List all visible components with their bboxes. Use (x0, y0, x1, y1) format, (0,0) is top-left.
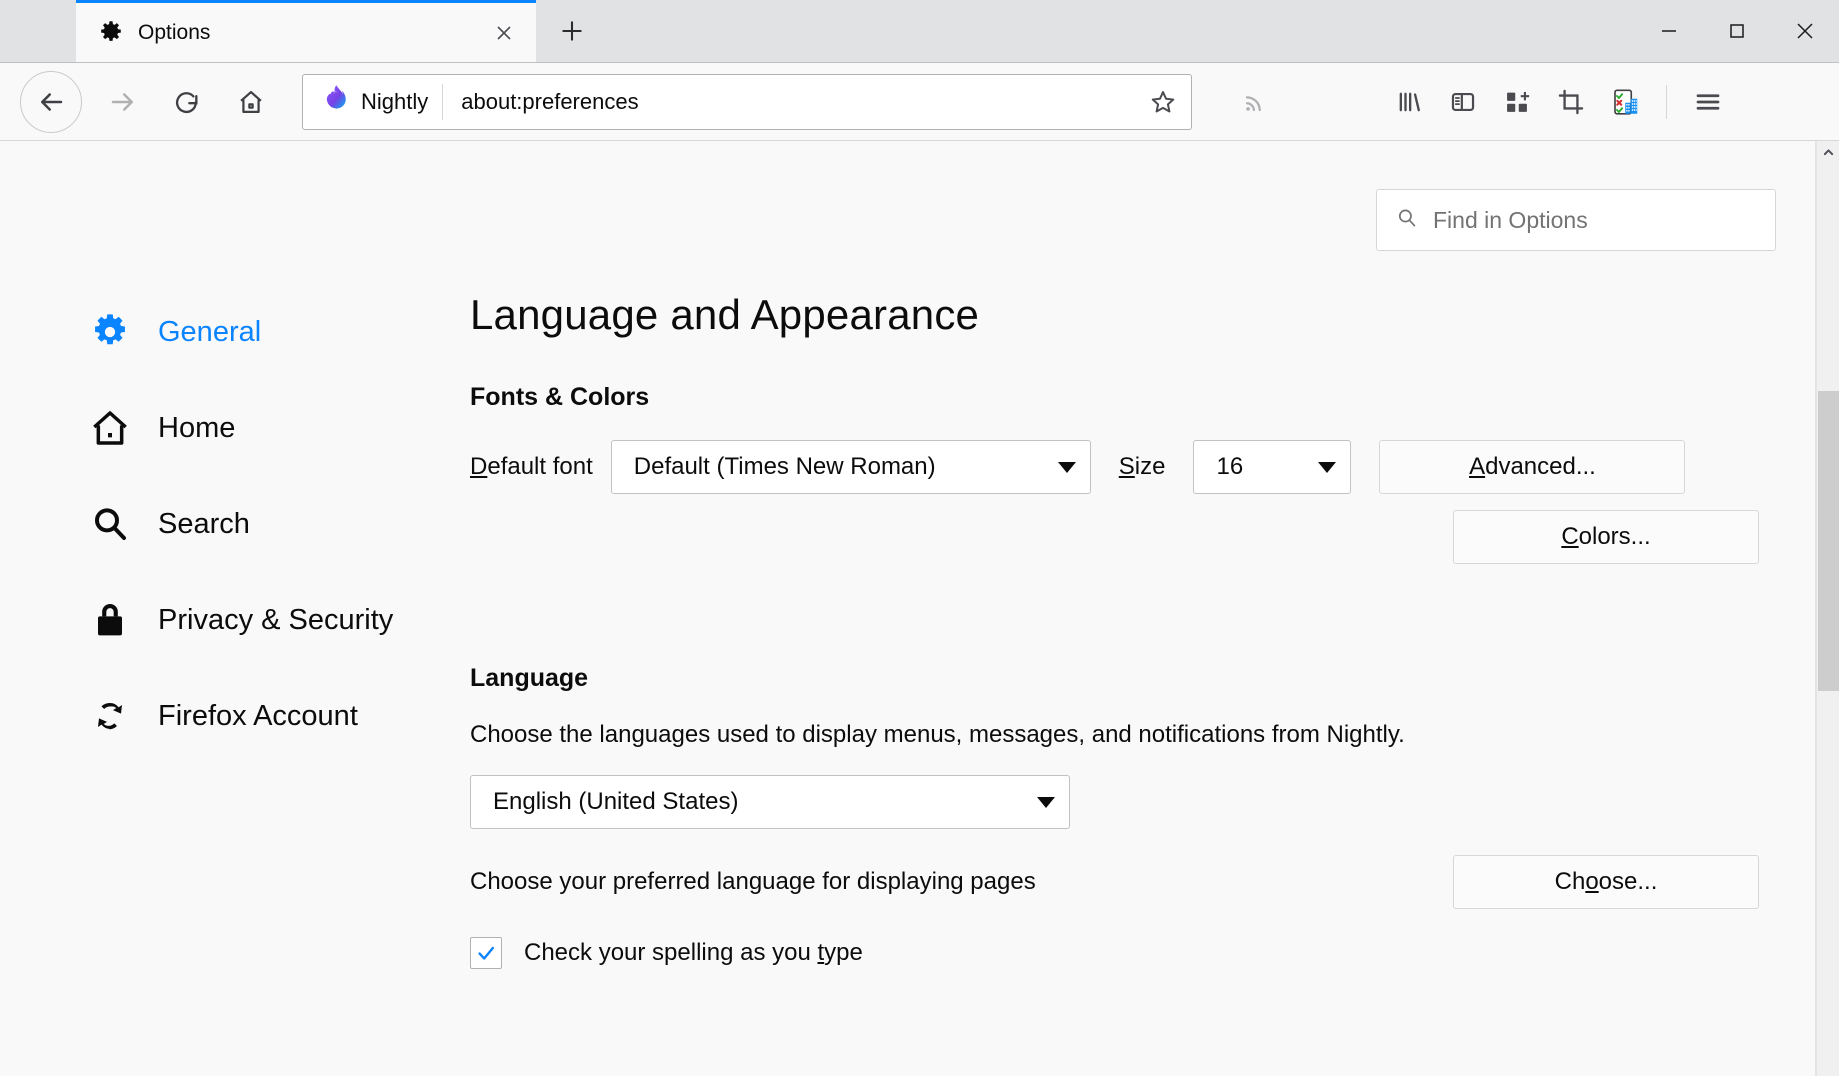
font-size-label-rest: ize (1135, 453, 1166, 480)
search-input[interactable] (1433, 207, 1757, 234)
accesskey-s: S (1119, 453, 1135, 480)
section-spacer (470, 580, 1759, 664)
chevron-down-icon (1058, 462, 1076, 473)
locale-select[interactable]: English (United States) (470, 775, 1070, 829)
preferred-language-row: Choose your preferred language for displ… (470, 855, 1759, 909)
sidebar-item-label: Firefox Account (158, 700, 358, 733)
accesskey-c: C (1561, 523, 1578, 551)
font-size-label: Size (1119, 453, 1166, 481)
choose-button-label-pre: Ch (1555, 868, 1586, 896)
navigation-toolbar: Nightly about:preferences (0, 63, 1839, 141)
preferred-language-label: Choose your preferred language for displ… (470, 868, 1036, 896)
sync-icon (88, 696, 132, 736)
url-bar[interactable]: Nightly about:preferences (302, 74, 1192, 130)
sidebar-item-label: Home (158, 412, 235, 445)
new-tab-button[interactable] (544, 3, 600, 59)
sidebar-item-label: Search (158, 508, 250, 541)
sidebar-item-general[interactable]: General (88, 306, 470, 358)
sidebar-item-home[interactable]: Home (88, 402, 470, 454)
home-icon (88, 408, 132, 448)
search-icon (1395, 206, 1419, 235)
scroll-up-icon[interactable] (1817, 141, 1839, 164)
colors-button[interactable]: Colors... (1453, 510, 1759, 564)
colors-row: Colors... (470, 510, 1759, 564)
home-button[interactable] (226, 77, 276, 127)
choose-language-button[interactable]: Choose... (1453, 855, 1759, 909)
maximize-button[interactable] (1703, 0, 1771, 62)
chevron-down-icon (1318, 462, 1336, 473)
language-heading: Language (470, 664, 1759, 693)
gear-icon (88, 312, 132, 352)
reload-button[interactable] (162, 77, 212, 127)
preferences-sidebar: General Home Search (0, 141, 470, 1076)
spellcheck-label-pre: Check your spelling as you (524, 939, 817, 966)
lock-icon (88, 600, 132, 640)
library-icon[interactable] (1382, 75, 1436, 129)
rss-feed-icon (1228, 75, 1282, 129)
advanced-button-label-rest: dvanced... (1485, 453, 1596, 481)
preferences-content: General Home Search (0, 141, 1839, 1076)
choose-button-label-rest: ose... (1599, 868, 1658, 896)
sidebar-item-label: Privacy & Security (158, 604, 393, 637)
find-in-options-row (1376, 189, 1776, 251)
sidebar-icon[interactable] (1436, 75, 1490, 129)
url-input[interactable]: about:preferences (443, 89, 1141, 115)
fonts-colors-heading: Fonts & Colors (470, 383, 1759, 412)
identity-box[interactable]: Nightly (319, 84, 443, 120)
addons-icon[interactable] (1490, 75, 1544, 129)
spellcheck-row[interactable]: Check your spelling as you type (470, 937, 1759, 969)
language-description: Choose the languages used to display men… (470, 721, 1759, 749)
default-font-label-rest: efault font (487, 453, 592, 480)
close-tab-icon[interactable] (486, 15, 522, 51)
identity-label: Nightly (361, 89, 428, 115)
toolbar-separator (1666, 85, 1667, 119)
default-font-row: Default font Default (Times New Roman) S… (470, 440, 1759, 494)
minimize-button[interactable] (1635, 0, 1703, 62)
firefox-nightly-logo-icon (319, 84, 349, 119)
colors-button-label-rest: olors... (1579, 523, 1651, 551)
browser-tab-options[interactable]: Options (76, 0, 536, 62)
locale-row: English (United States) (470, 775, 1759, 829)
toolbar-icons (1200, 75, 1735, 129)
gear-icon (98, 20, 124, 46)
accesskey-d: D (470, 453, 487, 480)
tab-title: Options (138, 21, 486, 45)
chevron-down-icon (1037, 797, 1055, 808)
accesskey-a: A (1469, 453, 1485, 481)
scrollbar-thumb[interactable] (1818, 391, 1839, 691)
spellcheck-label: Check your spelling as you type (524, 939, 863, 967)
search-icon (88, 504, 132, 544)
tab-bar: Options (0, 0, 1839, 63)
vertical-scrollbar[interactable] (1816, 141, 1839, 1076)
back-button[interactable] (20, 71, 82, 133)
hamburger-menu-icon[interactable] (1681, 75, 1735, 129)
extension-checklist-icon[interactable] (1598, 75, 1652, 129)
sidebar-item-firefox-account[interactable]: Firefox Account (88, 690, 470, 742)
close-button[interactable] (1771, 0, 1839, 62)
spellcheck-label-rest: ype (824, 939, 863, 966)
default-font-label: Default font (470, 453, 593, 481)
default-font-value: Default (Times New Roman) (634, 453, 1036, 481)
advanced-fonts-button[interactable]: Advanced... (1379, 440, 1685, 494)
screenshot-crop-icon[interactable] (1544, 75, 1598, 129)
spellcheck-checkbox[interactable] (470, 937, 502, 969)
bookmark-star-icon[interactable] (1141, 80, 1185, 124)
window-controls (1635, 0, 1839, 62)
default-font-select[interactable]: Default (Times New Roman) (611, 440, 1091, 494)
font-size-value: 16 (1216, 453, 1296, 481)
locale-value: English (United States) (493, 788, 1015, 816)
sidebar-item-privacy-security[interactable]: Privacy & Security (88, 594, 470, 646)
search-box[interactable] (1376, 189, 1776, 251)
sidebar-item-label: General (158, 316, 261, 349)
page-title: Language and Appearance (470, 291, 1759, 339)
sidebar-item-search[interactable]: Search (88, 498, 470, 550)
preferences-main-pane: Language and Appearance Fonts & Colors D… (470, 141, 1839, 1076)
forward-button (98, 77, 148, 127)
accesskey-o: o (1585, 868, 1598, 896)
font-size-select[interactable]: 16 (1193, 440, 1351, 494)
